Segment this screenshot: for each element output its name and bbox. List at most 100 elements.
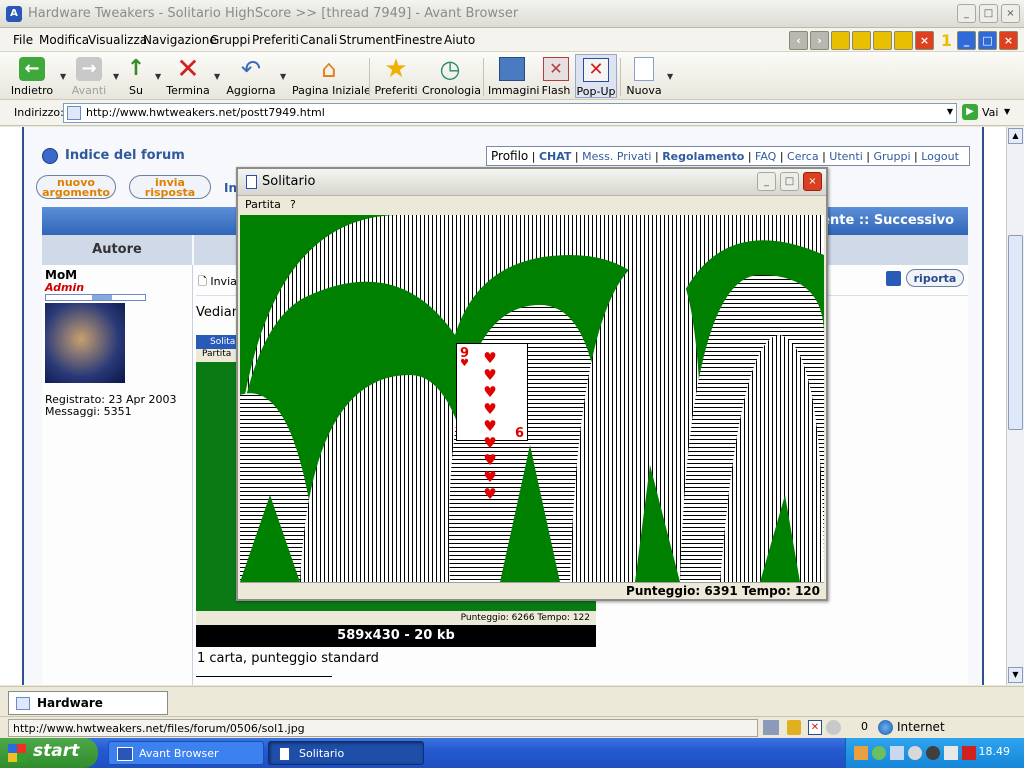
tab-minimize-icon[interactable]: _ (957, 31, 976, 50)
new-topic-button[interactable]: nuovo argomento (36, 175, 116, 199)
new-window-button[interactable]: Nuova (624, 54, 664, 98)
url-dropdown-icon[interactable]: ▼ (947, 107, 953, 116)
solitario-task-icon (279, 747, 290, 761)
report-button[interactable]: riporta (906, 269, 964, 287)
tab-prev-icon[interactable]: ‹ (789, 31, 808, 50)
history-button[interactable]: ◷ Cronologia (422, 54, 481, 98)
nav-messaggi[interactable]: Mess. Privati (582, 150, 651, 163)
menu-finestre[interactable]: Finestre (395, 33, 442, 47)
tab-close-icon[interactable]: × (999, 31, 1018, 50)
close-all-icon[interactable]: × (915, 31, 934, 50)
menu-navigazione[interactable]: Navigazione (143, 33, 217, 47)
menu-canali[interactable]: Canali (300, 33, 337, 47)
nav-faq[interactable]: FAQ (755, 150, 776, 163)
tab-next-icon[interactable]: › (810, 31, 829, 50)
status-counter: 0 (861, 720, 868, 733)
speed-icon[interactable] (826, 720, 841, 735)
url-field[interactable]: http://www.hwtweakers.net/postt7949.html… (63, 103, 957, 123)
main-toolbar: ← Indietro ▼ → Avanti ▼ ↑ Su ▼ ✕ Termina… (0, 52, 1024, 100)
tab-hardware-tweakers[interactable]: Hardware Tweakers -... (8, 691, 168, 732)
go-button[interactable]: ▶ Vai ▼ (962, 103, 1018, 123)
forward-dropdown-icon[interactable]: ▼ (113, 72, 119, 81)
tray-volume-icon[interactable] (908, 746, 922, 760)
flash-toggle-button[interactable]: ✕ Flash (538, 54, 574, 98)
tray-users-icon[interactable] (872, 746, 886, 760)
solitario-minimize-button[interactable]: _ (757, 172, 776, 191)
scroll-up-icon[interactable]: ▲ (1008, 128, 1023, 144)
card-rank-bottom: 9 (514, 423, 524, 438)
popup-blocked-icon[interactable]: ✕ (808, 720, 822, 735)
menu-visualizza[interactable]: Visualizza (88, 33, 147, 47)
nav-profilo[interactable]: Profilo (491, 149, 528, 163)
solitario-menu-help[interactable]: ? (290, 198, 296, 211)
go-arrow-icon: ▶ (962, 104, 978, 120)
solitario-close-button[interactable]: × (803, 172, 822, 191)
task-solitario[interactable]: Solitario (268, 741, 424, 765)
refresh-icon: ↶ (240, 55, 262, 83)
edit-post-icon[interactable] (886, 271, 901, 286)
window-title: Hardware Tweakers - Solitario HighScore … (28, 6, 519, 21)
solitario-menu-partita[interactable]: Partita (245, 198, 281, 211)
up-button[interactable]: ↑ Su (120, 54, 152, 98)
menu-strumenti[interactable]: Strumenti (339, 33, 399, 47)
tray-monitor-icon[interactable] (944, 746, 958, 760)
nav-regolamento[interactable]: Regolamento (662, 150, 744, 163)
tile-horizontal-icon[interactable] (852, 31, 871, 50)
new-dropdown-icon[interactable]: ▼ (667, 72, 673, 81)
nav-utenti[interactable]: Utenti (829, 150, 862, 163)
popup-toggle-button[interactable]: ✕ Pop-Up (575, 54, 617, 98)
avant-task-icon (117, 747, 133, 761)
minimize-button[interactable]: _ (957, 4, 976, 23)
scroll-down-icon[interactable]: ▼ (1008, 667, 1023, 683)
image-caption: 589x430 - 20 kb (196, 625, 596, 647)
close-button[interactable]: × (1001, 4, 1020, 23)
solitario-maximize-button[interactable]: □ (780, 172, 799, 191)
stop-button[interactable]: ✕ Termina (164, 54, 212, 98)
tray-disc-icon[interactable] (926, 746, 940, 760)
nav-gruppi[interactable]: Gruppi (873, 150, 910, 163)
cascade-icon[interactable] (831, 31, 850, 50)
menu-modifica[interactable]: Modifica (39, 33, 89, 47)
solitario-board[interactable]: 9 ♥ ♥ ♥ ♥ ♥ ♥ ♥ ♥ ♥ ♥ 9 (240, 215, 824, 582)
forum-index-icon (42, 148, 58, 164)
system-tray: 18.49 (845, 738, 1024, 768)
tile-vertical-icon[interactable] (873, 31, 892, 50)
nav-logout[interactable]: Logout (921, 150, 959, 163)
images-icon (499, 57, 525, 81)
favorites-button[interactable]: ★ Preferiti (374, 54, 418, 98)
solitario-title-bar[interactable]: Solitario _ □ × (238, 169, 826, 196)
tray-alert-icon[interactable] (962, 746, 976, 760)
toolbox-icon[interactable] (763, 720, 779, 735)
nav-chat[interactable]: CHAT (539, 150, 571, 163)
lock-icon[interactable] (787, 720, 801, 735)
windows-logo-icon (8, 744, 26, 762)
maximize-button[interactable]: □ (979, 4, 998, 23)
up-dropdown-icon[interactable]: ▼ (155, 72, 161, 81)
nav-cerca[interactable]: Cerca (787, 150, 819, 163)
tab-restore-icon[interactable]: □ (978, 31, 997, 50)
menu-gruppi[interactable]: Gruppi (210, 33, 250, 47)
author-name[interactable]: MoM (45, 268, 77, 282)
reply-button[interactable]: invia risposta (129, 175, 211, 199)
refresh-dropdown-icon[interactable]: ▼ (280, 72, 286, 81)
home-button[interactable]: ⌂ Pagina Iniziale (292, 54, 371, 98)
forum-index-link[interactable]: Indice del forum (65, 148, 185, 163)
page-scrollbar[interactable]: ▲ ▼ (1006, 127, 1024, 685)
stop-dropdown-icon[interactable]: ▼ (214, 72, 220, 81)
refresh-button[interactable]: ↶ Aggiorna (224, 54, 278, 98)
playing-card[interactable]: 9 ♥ ♥ ♥ ♥ ♥ ♥ ♥ ♥ ♥ ♥ 9 (456, 343, 528, 503)
forward-button[interactable]: → Avanti (66, 54, 112, 98)
images-toggle-button[interactable]: Immagini (488, 54, 539, 98)
tray-app-icon[interactable] (854, 746, 868, 760)
bouncing-cards-trail (240, 215, 824, 582)
start-button[interactable]: start (0, 738, 98, 768)
solitario-title: Solitario (262, 174, 316, 189)
menu-file[interactable]: File (13, 33, 33, 47)
scroll-thumb[interactable] (1008, 235, 1023, 430)
task-avant-browser[interactable]: Avant Browser (108, 741, 264, 765)
tray-network-icon[interactable] (890, 746, 904, 760)
back-button[interactable]: ← Indietro (6, 54, 58, 98)
window-list-icon[interactable] (894, 31, 913, 50)
menu-preferiti[interactable]: Preferiti (252, 33, 299, 47)
menu-aiuto[interactable]: Aiuto (444, 33, 475, 47)
